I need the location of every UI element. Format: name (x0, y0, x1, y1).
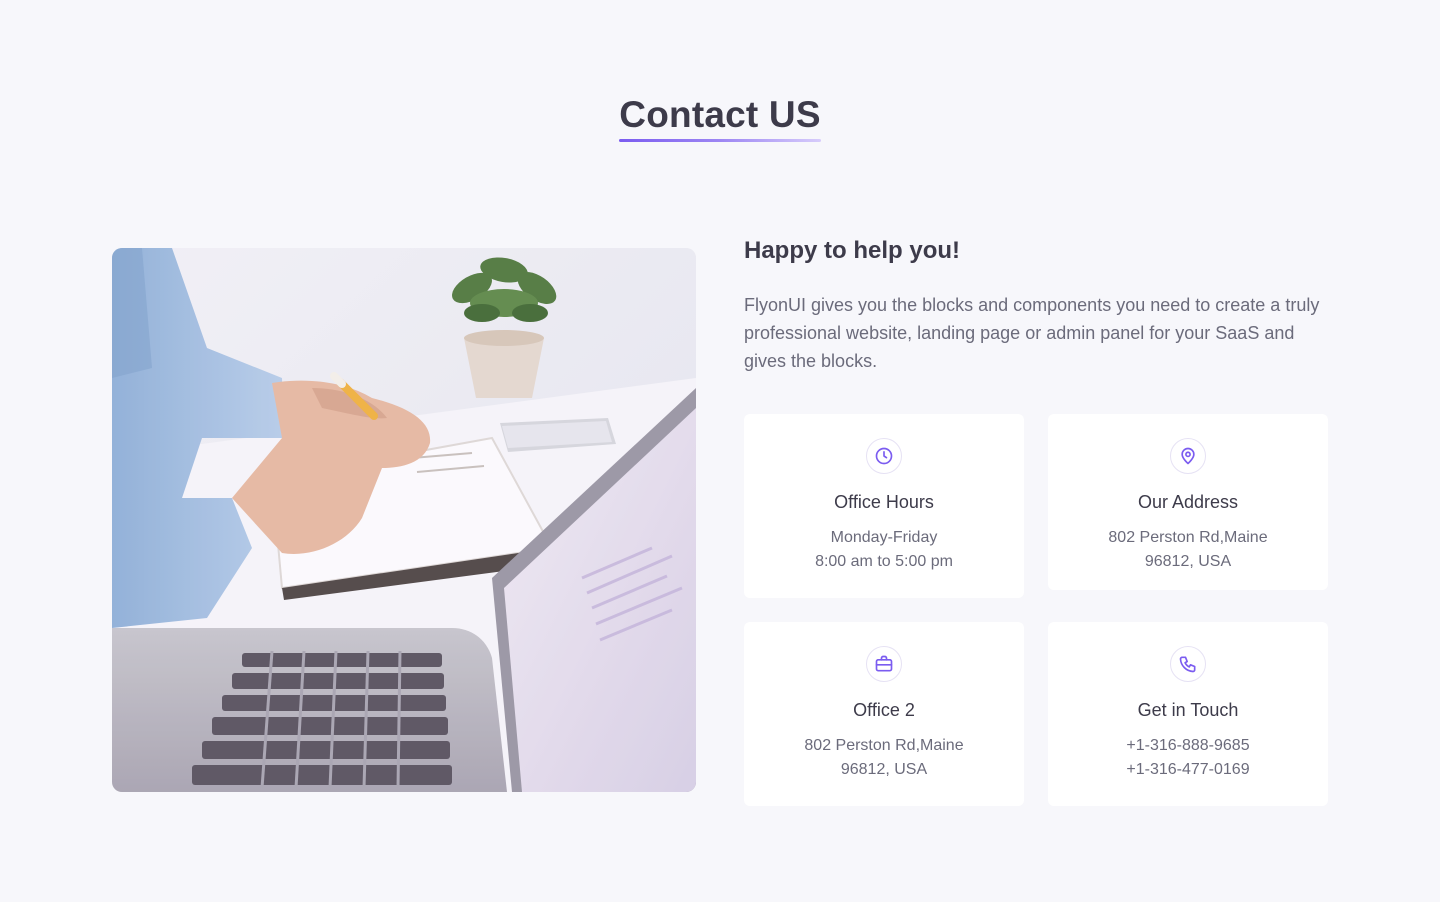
card-title: Office 2 (853, 700, 915, 720)
help-heading: Happy to help you! (744, 237, 960, 264)
card-line: 96812, USA (840, 761, 928, 778)
card-office-2: Office 2 802 Perston Rd,Maine 96812, USA (744, 622, 1024, 806)
card-our-address: Our Address 802 Perston Rd,Maine 96812, … (1048, 414, 1328, 590)
card-line: 802 Perston Rd,Maine (804, 737, 964, 754)
card-line: 96812, USA (1144, 553, 1232, 570)
card-office-hours: Office Hours Monday-Friday 8:00 am to 5:… (744, 414, 1024, 598)
card-title: Get in Touch (1137, 700, 1239, 720)
clock-icon (866, 438, 902, 474)
contact-page: Contact US Happy to help you! FlyonUI gi… (0, 0, 1440, 902)
card-line: 802 Perston Rd,Maine (1108, 529, 1268, 546)
page-title: Contact US (619, 94, 821, 142)
intro-section: Happy to help you! FlyonUI gives you the… (744, 236, 1328, 375)
help-description: FlyonUI gives you the blocks and compone… (744, 295, 1320, 371)
card-title: Our Address (1137, 492, 1239, 512)
hero-image (112, 248, 696, 792)
page-title-text: Contact US (619, 94, 821, 135)
card-line: 8:00 am to 5:00 pm (815, 553, 953, 570)
contact-cards: Office Hours Monday-Friday 8:00 am to 5:… (744, 414, 1328, 806)
title-section: Contact US (0, 94, 1440, 142)
phone-link[interactable]: +1-316-477-0169 (1048, 758, 1328, 782)
card-line: Monday-Friday (830, 529, 938, 546)
card-get-in-touch: Get in Touch +1-316-888-9685 +1-316-477-… (1048, 622, 1328, 806)
phone-icon (1170, 646, 1206, 682)
briefcase-icon (866, 646, 902, 682)
map-pin-icon (1170, 438, 1206, 474)
title-underline (619, 139, 821, 142)
phone-link[interactable]: +1-316-888-9685 (1048, 734, 1328, 758)
card-title: Office Hours (834, 492, 934, 512)
